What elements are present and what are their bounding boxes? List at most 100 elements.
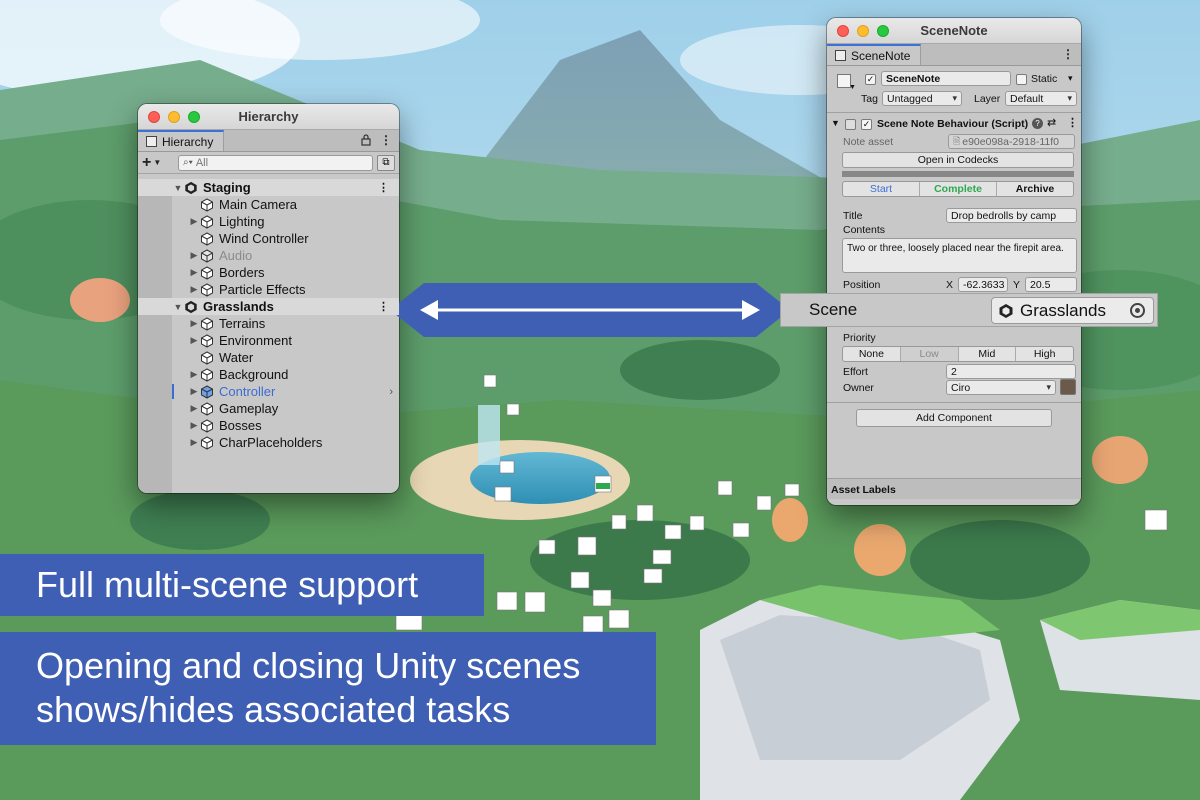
inspector-tab-row: SceneNote ⋮: [827, 44, 1081, 66]
owner-dropdown[interactable]: Ciro: [946, 380, 1056, 395]
tab-hierarchy[interactable]: Hierarchy: [138, 130, 225, 151]
unity-scene-icon: [999, 303, 1013, 318]
contents-textarea[interactable]: Two or three, loosely placed near the fi…: [842, 238, 1077, 273]
scene-visibility-toggle-button[interactable]: ⧉: [377, 154, 395, 171]
foldout-arrow-icon[interactable]: ▶: [188, 437, 200, 448]
asset-labels-title: Asset Labels: [831, 484, 896, 496]
hierarchy-item-row[interactable]: ▶ Background: [138, 366, 399, 383]
hierarchy-item-row[interactable]: Water: [138, 349, 399, 366]
settings-sliders-icon[interactable]: ⇄: [1047, 116, 1056, 129]
kebab-menu-icon[interactable]: ⋮: [1062, 47, 1074, 61]
double-arrow-icon: [390, 283, 790, 337]
scene-kebab-icon[interactable]: ⋮: [378, 181, 389, 194]
inspector-content: ▼ ✓ SceneNote Static ▾ Tag Untagged Laye…: [827, 66, 1081, 505]
priority-high-button[interactable]: High: [1016, 347, 1073, 361]
hierarchy-item-label: Terrains: [219, 316, 266, 331]
open-in-codecks-button[interactable]: Open in Codecks: [842, 152, 1074, 168]
object-name-field[interactable]: SceneNote: [881, 71, 1011, 86]
hierarchy-item-label: Lighting: [219, 214, 265, 229]
hierarchy-item-label: Environment: [219, 333, 292, 348]
effort-field[interactable]: 2: [946, 364, 1076, 379]
hierarchy-item-row[interactable]: ▶ Terrains: [138, 315, 399, 332]
hierarchy-item-row[interactable]: ▶ Gameplay: [138, 400, 399, 417]
foldout-arrow-icon[interactable]: ▶: [188, 216, 200, 227]
hierarchy-item-row[interactable]: ▶ Particle Effects: [138, 281, 399, 298]
component-kebab-icon[interactable]: ⋮: [1067, 116, 1078, 129]
minimize-window-button[interactable]: [857, 24, 869, 37]
active-checkbox[interactable]: ✓: [865, 74, 876, 85]
foldout-arrow-icon[interactable]: ▶: [188, 386, 200, 397]
add-component-button[interactable]: Add Component: [856, 409, 1052, 427]
pos-y-field[interactable]: 20.5: [1025, 277, 1077, 292]
hierarchy-item-row[interactable]: ▶ CharPlaceholders: [138, 434, 399, 451]
minimize-window-button[interactable]: [168, 110, 180, 123]
hierarchy-item-row[interactable]: ▶ Controller ›: [138, 383, 399, 400]
layer-dropdown[interactable]: Default: [1005, 91, 1077, 106]
foldout-arrow-icon[interactable]: ▼: [172, 302, 184, 312]
foldout-arrow-icon[interactable]: ▶: [188, 318, 200, 329]
scene-object-field[interactable]: Grasslands: [991, 297, 1154, 324]
gameobject-cube-icon: [200, 401, 214, 416]
scene-kebab-icon[interactable]: ⋮: [378, 300, 389, 313]
component-foldout-icon[interactable]: ▼: [831, 118, 840, 128]
hierarchy-scene-row[interactable]: ▼ Grasslands ⋮: [138, 298, 399, 315]
asset-labels-bar[interactable]: Asset Labels: [827, 479, 1081, 499]
hierarchy-item-row[interactable]: ▶ Environment: [138, 332, 399, 349]
foldout-arrow-icon[interactable]: ▶: [188, 403, 200, 414]
hierarchy-item-row[interactable]: ▶ Audio: [138, 247, 399, 264]
hierarchy-item-row[interactable]: ▶ Bosses: [138, 417, 399, 434]
hierarchy-item-row[interactable]: Main Camera: [138, 196, 399, 213]
complete-button[interactable]: Complete: [920, 182, 997, 196]
search-input[interactable]: ⌕▾ All: [178, 154, 373, 171]
hierarchy-item-label: Background: [219, 367, 289, 382]
tab-scenenote[interactable]: SceneNote: [827, 44, 922, 65]
foldout-arrow-icon[interactable]: ▶: [188, 250, 200, 261]
gameobject-cube-icon: [200, 333, 214, 348]
inspector-titlebar: SceneNote: [827, 18, 1081, 44]
foldout-arrow-icon[interactable]: ▶: [188, 420, 200, 431]
lock-icon[interactable]: [361, 133, 371, 149]
tag-dropdown[interactable]: Untagged: [882, 91, 962, 106]
layer-label: Layer: [974, 93, 1001, 105]
priority-none-button[interactable]: None: [843, 347, 901, 361]
foldout-arrow-icon[interactable]: ▼: [172, 183, 184, 193]
owner-label: Owner: [843, 382, 874, 394]
hierarchy-item-row[interactable]: Wind Controller: [138, 230, 399, 247]
priority-low-button[interactable]: Low: [900, 347, 959, 361]
status-buttons: Start Complete Archive: [842, 181, 1074, 197]
chevron-right-icon[interactable]: ›: [389, 386, 393, 398]
static-dropdown-icon[interactable]: ▾: [1068, 73, 1073, 84]
static-checkbox[interactable]: [1016, 74, 1027, 85]
hierarchy-item-row[interactable]: ▶ Borders: [138, 264, 399, 281]
help-icon[interactable]: ?: [1032, 118, 1043, 129]
priority-mid-button[interactable]: Mid: [959, 347, 1017, 361]
target-icon[interactable]: [1130, 303, 1145, 318]
gameobject-cube-icon: [200, 282, 214, 297]
pos-x-field[interactable]: -62.3633: [958, 277, 1008, 292]
foldout-arrow-icon[interactable]: ▶: [188, 284, 200, 295]
caption-line-2b: shows/hides associated tasks: [36, 689, 511, 730]
kebab-menu-icon[interactable]: ⋮: [380, 133, 392, 147]
hierarchy-item-label: Controller: [219, 384, 276, 399]
caption-line-1: Full multi-scene support: [36, 564, 419, 605]
hierarchy-item-row[interactable]: ▶ Lighting: [138, 213, 399, 230]
component-enabled-checkbox[interactable]: ✓: [861, 119, 872, 130]
title-field[interactable]: Drop bedrolls by camp: [946, 208, 1077, 223]
zoom-window-button[interactable]: [188, 110, 200, 123]
hierarchy-scene-row[interactable]: ▼ Staging ⋮: [138, 179, 399, 196]
foldout-arrow-icon[interactable]: ▶: [188, 369, 200, 380]
archive-button[interactable]: Archive: [997, 182, 1073, 196]
foldout-arrow-icon[interactable]: ▶: [188, 267, 200, 278]
create-button[interactable]: + ▼: [142, 154, 174, 172]
hierarchy-titlebar: Hierarchy: [138, 104, 399, 130]
zoom-window-button[interactable]: [877, 24, 889, 37]
close-window-button[interactable]: [837, 24, 849, 37]
close-window-button[interactable]: [148, 110, 160, 123]
note-asset-field[interactable]: 🗎 e90e098a-2918-11f0: [948, 134, 1075, 149]
hierarchy-tree: ▼ Staging ⋮ Main Camera ▶ Lighting Wind Contro…: [138, 179, 399, 493]
start-button[interactable]: Start: [843, 182, 920, 196]
foldout-arrow-icon[interactable]: ▶: [188, 335, 200, 346]
asset-icon: 🗎: [953, 135, 961, 146]
hierarchy-window: Hierarchy Hierarchy ⋮ + ▼ ⌕▾ All ⧉ ▼ Stagi…: [138, 104, 399, 493]
progress-bar: [842, 171, 1074, 177]
